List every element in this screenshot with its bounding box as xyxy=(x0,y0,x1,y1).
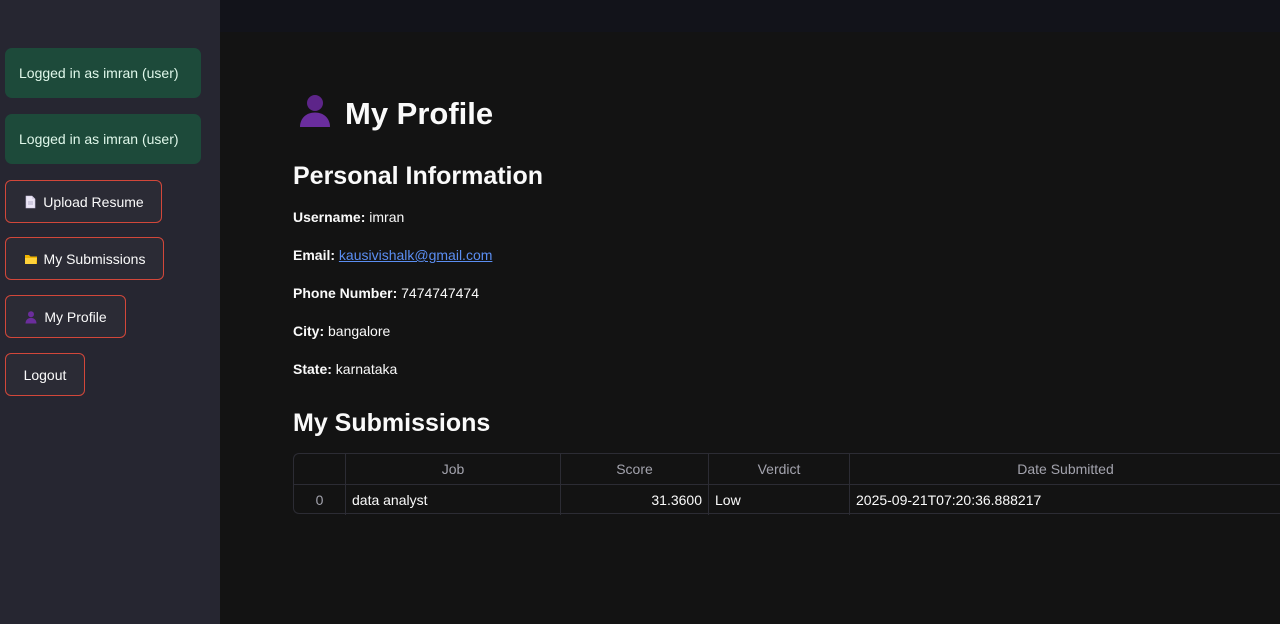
table-header-job[interactable]: Job xyxy=(346,454,561,484)
page-title-text: My Profile xyxy=(345,96,494,131)
username-value: imran xyxy=(369,209,405,225)
table-header-index[interactable] xyxy=(294,454,346,484)
username-label: Username: xyxy=(293,209,366,225)
my-profile-button[interactable]: My Profile xyxy=(5,295,126,338)
table-header-date-submitted[interactable]: Date Submitted xyxy=(850,454,1280,484)
person-icon xyxy=(24,310,38,324)
city-row: City: bangalore xyxy=(293,323,390,339)
upload-resume-label: Upload Resume xyxy=(43,193,144,210)
state-value: karnataka xyxy=(335,361,398,377)
email-label: Email: xyxy=(293,247,336,263)
my-submissions-button[interactable]: My Submissions xyxy=(5,237,164,280)
login-status-text: Logged in as imran (user) xyxy=(19,65,179,81)
email-link[interactable]: kausivishalk@gmail.com xyxy=(339,247,492,263)
personal-information-heading: Personal Information xyxy=(293,162,544,190)
upload-resume-button[interactable]: Upload Resume xyxy=(5,180,162,223)
phone-row: Phone Number: 7474747474 xyxy=(293,285,479,301)
state-label: State: xyxy=(293,361,332,377)
table-cell-date-submitted[interactable]: 2025-09-21T07:20:36.888217 xyxy=(850,485,1280,515)
my-submissions-heading: My Submissions xyxy=(293,409,491,437)
login-status-alert: Logged in as imran (user) xyxy=(5,48,201,98)
phone-value: 7474747474 xyxy=(401,285,479,301)
login-status-text: Logged in as imran (user) xyxy=(19,131,179,147)
my-profile-label: My Profile xyxy=(44,308,107,325)
table-cell-job[interactable]: data analyst xyxy=(346,485,561,515)
state-row: State: karnataka xyxy=(293,361,397,377)
phone-label: Phone Number: xyxy=(293,285,398,301)
city-label: City: xyxy=(293,323,325,339)
top-header-bar xyxy=(220,0,1280,32)
table-cell-verdict[interactable]: Low xyxy=(709,485,850,515)
folder-icon xyxy=(24,252,38,266)
sidebar: Logged in as imran (user) Logged in as i… xyxy=(0,0,220,624)
table-header-score[interactable]: Score xyxy=(561,454,709,484)
login-status-alert: Logged in as imran (user) xyxy=(5,114,201,164)
table-cell-index[interactable]: 0 xyxy=(294,485,346,515)
my-submissions-label: My Submissions xyxy=(43,250,146,267)
document-icon xyxy=(23,195,37,209)
table-header-row: Job Score Verdict Date Submitted xyxy=(294,454,1280,484)
username-row: Username: imran xyxy=(293,209,404,225)
table-cell-score[interactable]: 31.3600 xyxy=(561,485,709,515)
table-header-verdict[interactable]: Verdict xyxy=(709,454,850,484)
logout-label: Logout xyxy=(23,366,67,383)
submissions-table[interactable]: Job Score Verdict Date Submitted 0 data … xyxy=(293,453,1280,515)
email-row: Email: kausivishalk@gmail.com xyxy=(293,247,492,263)
table-row[interactable]: 0 data analyst 31.3600 Low 2025-09-21T07… xyxy=(294,484,1280,515)
city-value: bangalore xyxy=(328,323,391,339)
page-title: My Profile xyxy=(297,92,493,136)
logout-button[interactable]: Logout xyxy=(5,353,85,396)
person-icon xyxy=(297,92,333,136)
